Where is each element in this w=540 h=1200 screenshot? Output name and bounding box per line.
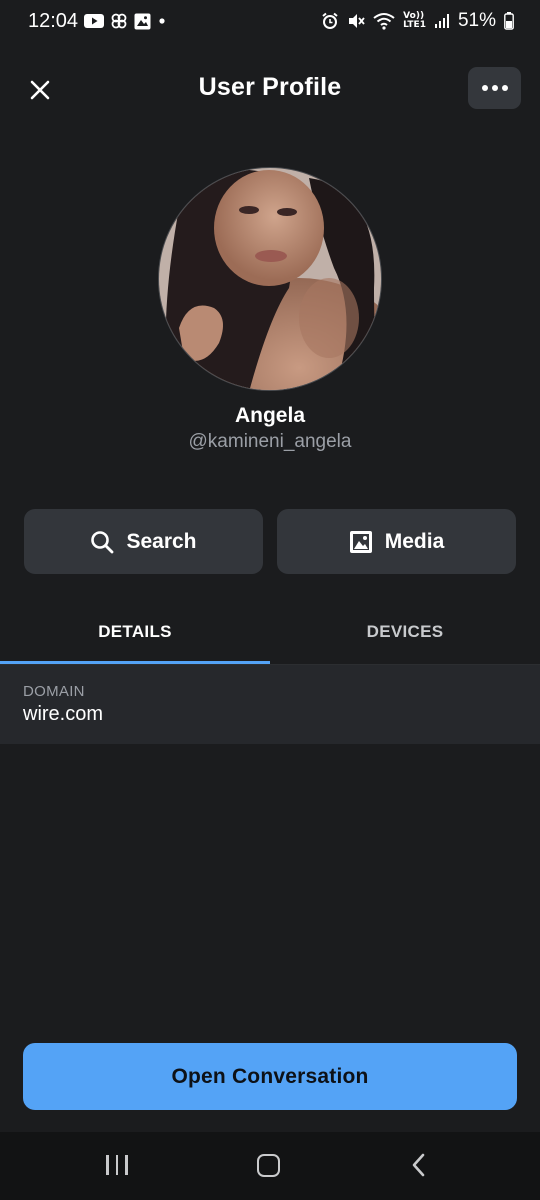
wifi-icon — [373, 13, 395, 30]
lte-label: LTE1 — [403, 20, 426, 30]
more-icon-dot — [481, 85, 488, 91]
domain-label: DOMAIN — [23, 683, 85, 700]
gallery-icon — [134, 13, 151, 29]
tab-details[interactable]: DETAILS — [0, 600, 270, 663]
image-icon — [349, 530, 372, 553]
alarm-icon — [322, 12, 338, 29]
search-button-label: Search — [126, 529, 197, 553]
more-icon-dot — [491, 85, 498, 91]
battery-percent: 51% — [457, 10, 496, 31]
avatar[interactable] — [158, 167, 382, 391]
more-icon-dot — [501, 85, 508, 91]
profile-photo — [159, 168, 381, 390]
system-nav-bar — [0, 1132, 540, 1200]
page-title: User Profile — [198, 73, 342, 101]
search-icon — [91, 530, 114, 553]
status-time: 12:04 — [28, 10, 79, 32]
profile-name: Angela — [234, 404, 305, 427]
more-options-button[interactable] — [468, 67, 521, 109]
volte-icon: Vo)) LTE1 — [403, 12, 426, 30]
dot-icon — [159, 18, 165, 24]
profile-tabs: DETAILS DEVICES — [0, 600, 540, 665]
domain-value: wire.com — [23, 703, 104, 725]
back-icon[interactable] — [410, 1152, 426, 1178]
profile-handle: @kamineni_angela — [188, 431, 352, 452]
search-button[interactable]: Search — [24, 509, 263, 574]
status-left-icons — [84, 12, 167, 30]
user-profile-screen: 12:04 Vo)) LTE1 51% User Profile Angela … — [0, 0, 540, 1200]
pinwheel-icon — [111, 13, 127, 29]
media-button[interactable]: Media — [277, 509, 516, 574]
recents-icon[interactable] — [106, 1155, 128, 1175]
tab-devices[interactable]: DEVICES — [270, 600, 540, 663]
media-button-label: Media — [384, 529, 445, 553]
home-icon[interactable] — [257, 1154, 280, 1177]
youtube-icon — [84, 14, 104, 28]
open-conversation-button[interactable]: Open Conversation — [23, 1043, 517, 1110]
signal-icon — [434, 14, 449, 28]
battery-icon — [504, 12, 514, 30]
mute-icon — [349, 14, 365, 28]
status-bar: 12:04 Vo)) LTE1 51% — [0, 0, 540, 44]
details-domain-row: DOMAIN wire.com — [0, 665, 540, 744]
status-right-icons: Vo)) LTE1 51% — [321, 10, 514, 32]
